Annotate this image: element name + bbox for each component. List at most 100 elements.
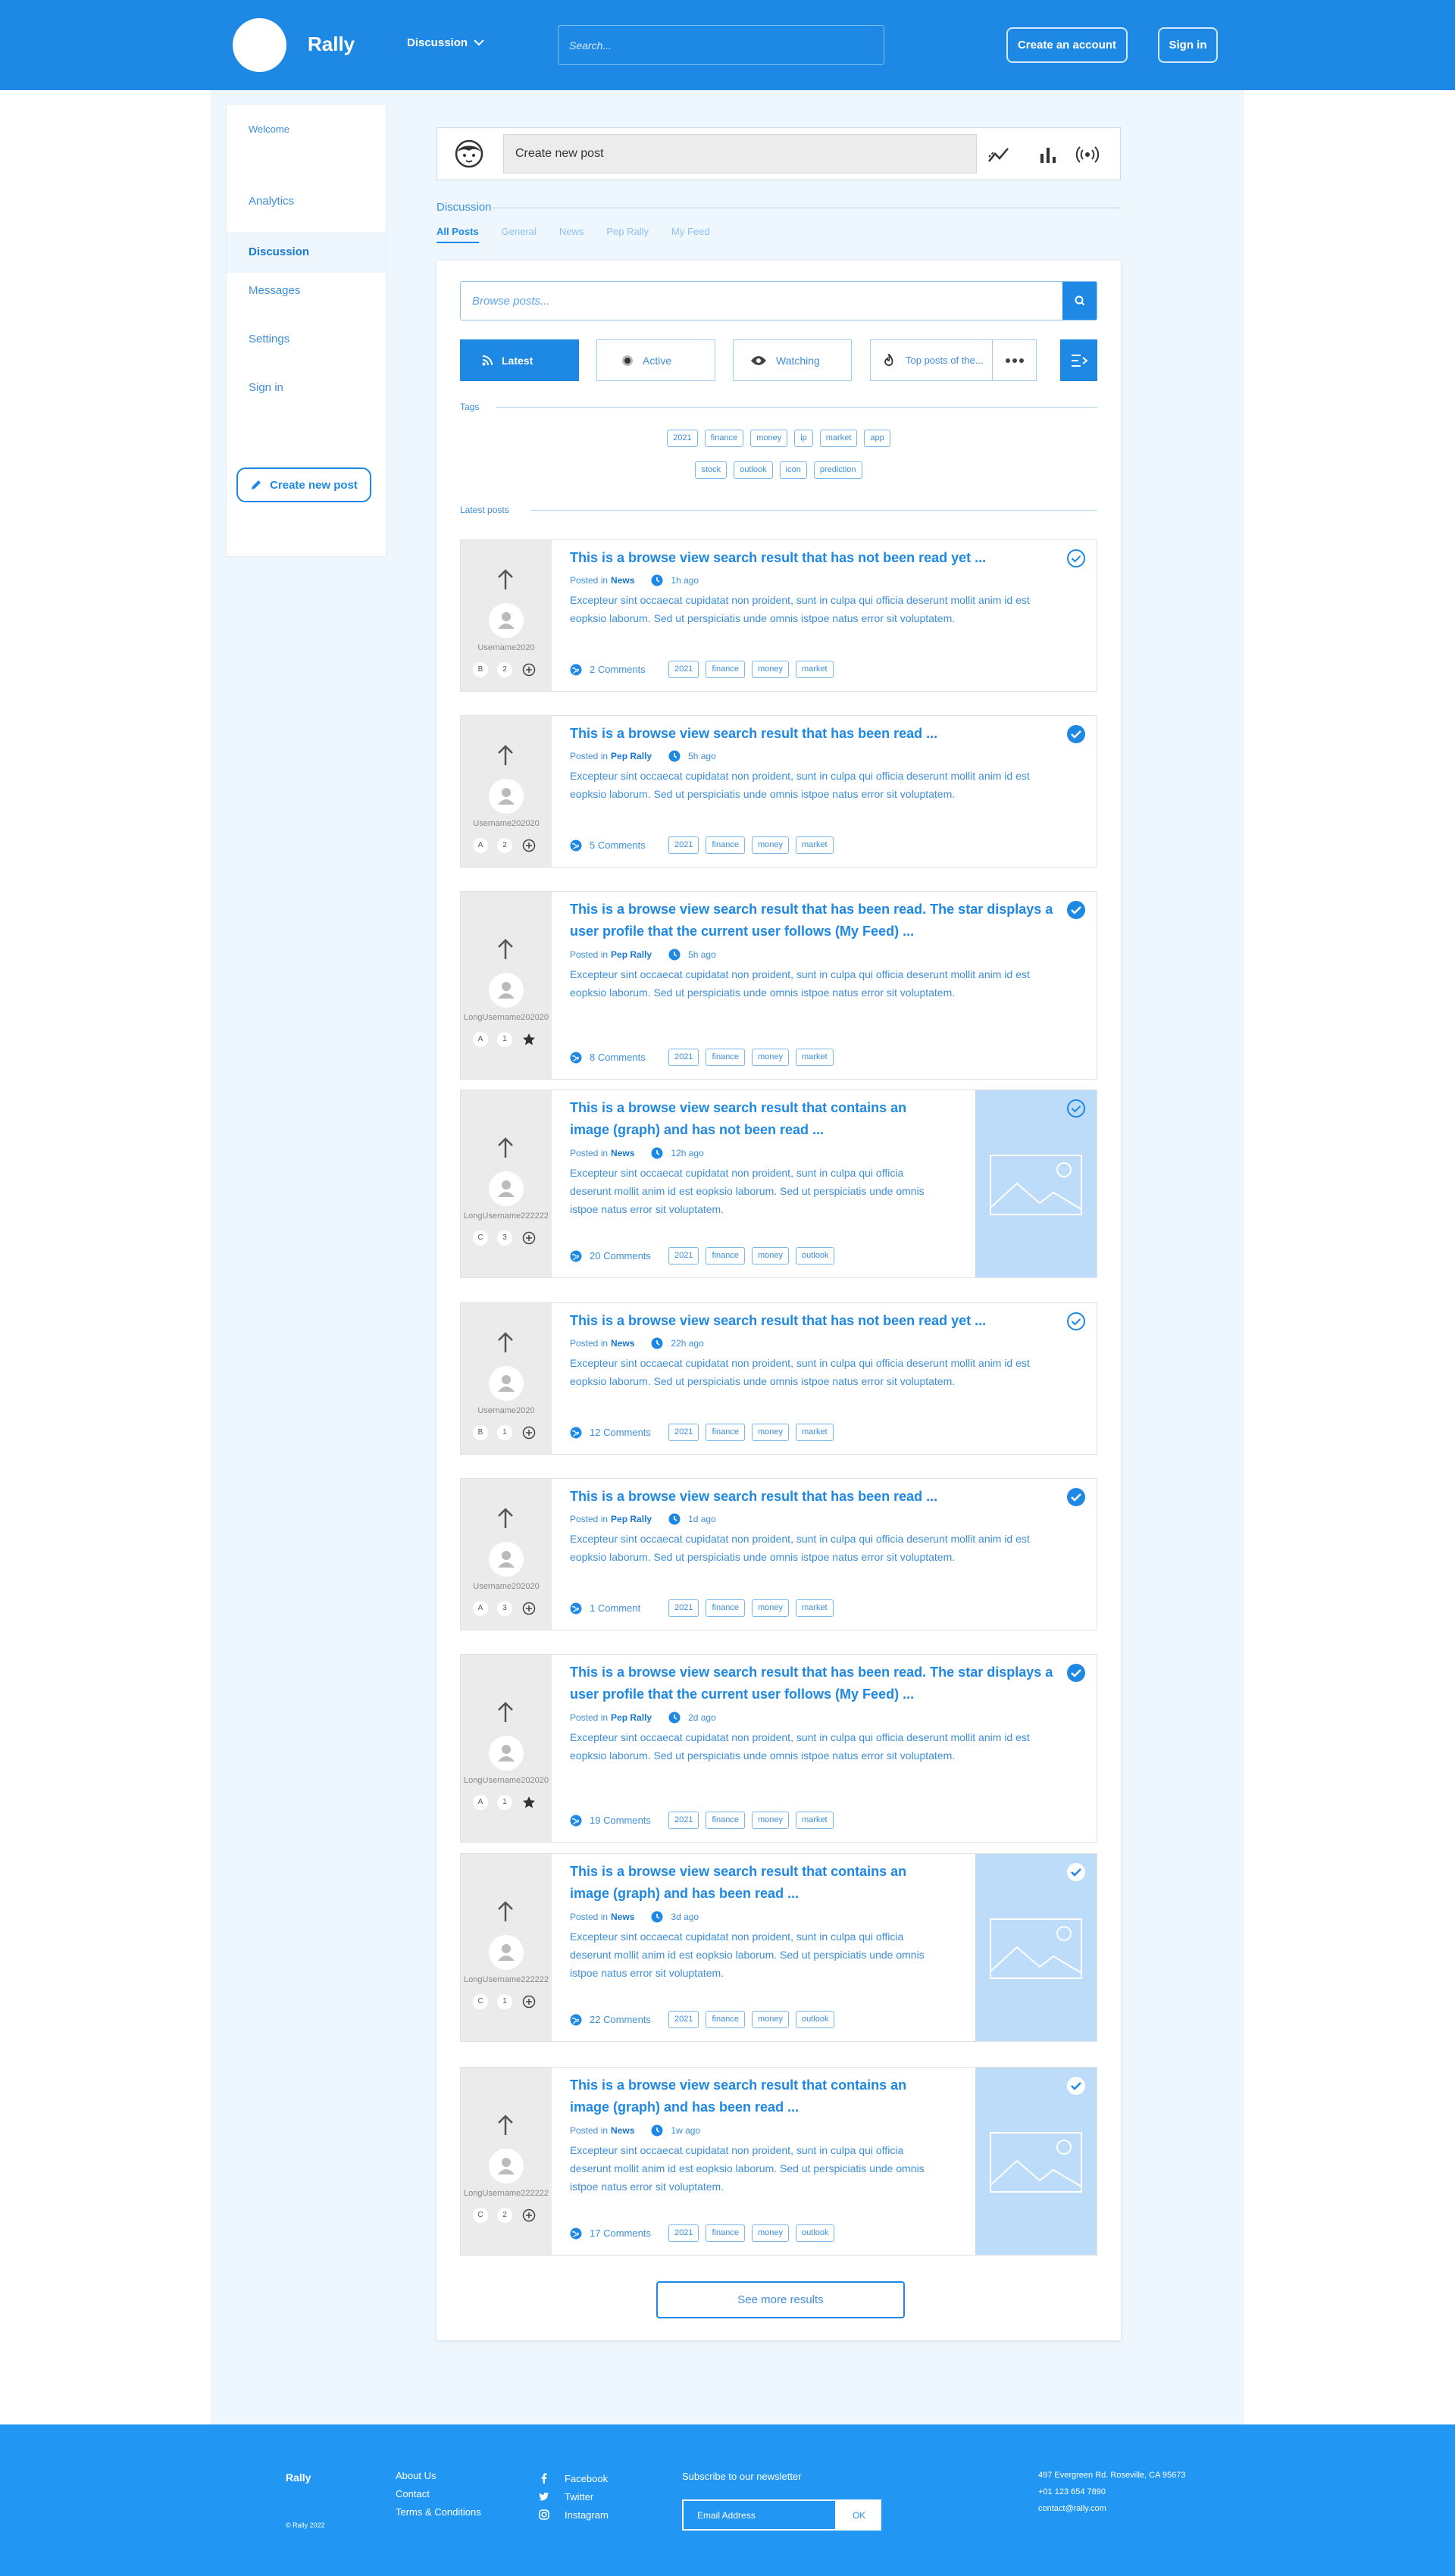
broadcast-icon[interactable] (1075, 143, 1100, 166)
post-tag[interactable]: market (796, 1599, 834, 1617)
post-tag[interactable]: money (751, 2011, 789, 2028)
post-category-link[interactable]: News (611, 575, 634, 586)
comments-count-link[interactable]: 2 Comments (590, 664, 668, 675)
filter-active-button[interactable]: Active (596, 339, 715, 381)
comments-count-link[interactable]: 12 Comments (590, 1427, 668, 1438)
tab-my-feed[interactable]: My Feed (671, 226, 710, 243)
post-tag[interactable]: 2021 (668, 836, 699, 854)
post-tag[interactable]: money (751, 1424, 789, 1441)
avatar[interactable] (489, 1171, 524, 1206)
post-author[interactable]: LongUsername202020 (461, 1776, 552, 1785)
avatar[interactable] (489, 1934, 524, 1970)
sidebar-create-post-button[interactable]: Create new post (236, 467, 371, 502)
avatar[interactable] (489, 972, 524, 1008)
more-options-icon[interactable] (1006, 358, 1024, 363)
logo[interactable] (233, 18, 286, 72)
post-tag[interactable]: 2021 (668, 1812, 699, 1829)
tag-ip[interactable]: ip (794, 430, 813, 447)
post-category-link[interactable]: Pep Rally (611, 751, 652, 761)
post-author[interactable]: Username202020 (461, 1582, 552, 1591)
follow-plus-icon[interactable] (521, 2208, 537, 2223)
unread-check-icon[interactable] (1067, 549, 1085, 567)
upvote-arrow-icon[interactable] (496, 1331, 515, 1354)
filter-latest-button[interactable]: Latest (460, 339, 579, 381)
post-card[interactable]: Username2020 B 2 This is a browse view s… (460, 539, 1097, 692)
post-category-link[interactable]: Pep Rally (611, 1712, 652, 1723)
post-tag[interactable]: money (751, 836, 789, 854)
create-post-input[interactable]: Create new post (503, 134, 977, 174)
follow-plus-icon[interactable] (521, 1230, 537, 1246)
sidebar-item-analytics[interactable]: Analytics (227, 195, 386, 211)
post-title[interactable]: This is a browse view search result that… (570, 899, 1055, 943)
tag-stock[interactable]: stock (695, 461, 728, 479)
footer-link-contact[interactable]: Contact (396, 2488, 481, 2506)
post-title[interactable]: This is a browse view search result that… (570, 1861, 934, 1905)
bar-chart-icon[interactable] (1036, 143, 1060, 166)
post-image-thumbnail[interactable] (975, 1854, 1097, 2041)
post-category-link[interactable]: News (611, 2125, 634, 2136)
post-tag[interactable]: 2021 (668, 1424, 699, 1441)
tab-general[interactable]: General (502, 226, 537, 243)
post-tag[interactable]: market (796, 1049, 834, 1066)
sidebar-item-messages[interactable]: Messages (227, 284, 386, 301)
post-category-link[interactable]: News (611, 1912, 634, 1922)
sidebar-item-discussion[interactable]: Discussion (227, 232, 386, 273)
brand-name[interactable]: Rally (308, 33, 355, 56)
comments-count-link[interactable]: 20 Comments (590, 1250, 668, 1261)
post-title[interactable]: This is a browse view search result that… (570, 2074, 934, 2118)
filter-top-posts-dropdown[interactable]: Top posts of the... (870, 339, 1037, 381)
comments-count-link[interactable]: 5 Comments (590, 839, 668, 851)
post-card[interactable]: LongUsername222222 C 2 This is a browse … (460, 2067, 1097, 2256)
create-account-button[interactable]: Create an account (1006, 27, 1128, 63)
post-category-link[interactable]: Pep Rally (611, 1514, 652, 1524)
browse-search-button[interactable] (1062, 282, 1097, 320)
footer-link-about[interactable]: About Us (396, 2470, 481, 2488)
tag-app[interactable]: app (864, 430, 890, 447)
comments-count-link[interactable]: 1 Comment (590, 1602, 668, 1614)
footer-instagram-link[interactable]: Instagram (539, 2506, 609, 2524)
upvote-arrow-icon[interactable] (496, 1507, 515, 1530)
post-tag[interactable]: money (751, 1812, 789, 1829)
star-icon[interactable] (521, 1032, 537, 1047)
post-card[interactable]: Username202020 A 2 This is a browse view… (460, 715, 1097, 868)
post-card[interactable]: Username2020 B 1 This is a browse view s… (460, 1302, 1097, 1455)
post-tag[interactable]: market (796, 1812, 834, 1829)
post-tag[interactable]: finance (706, 836, 745, 854)
post-tag[interactable]: finance (706, 1424, 745, 1441)
post-tag[interactable]: finance (706, 2224, 745, 2242)
post-tag[interactable]: finance (706, 1049, 745, 1066)
tag-money[interactable]: money (750, 430, 788, 447)
post-tag[interactable]: market (796, 1424, 834, 1441)
post-tag[interactable]: 2021 (668, 2011, 699, 2028)
avatar[interactable] (489, 1365, 524, 1401)
tag-market[interactable]: market (819, 430, 858, 447)
upvote-arrow-icon[interactable] (496, 1136, 515, 1159)
sign-in-button[interactable]: Sign in (1158, 27, 1218, 63)
post-card[interactable]: Username202020 A 3 This is a browse view… (460, 1478, 1097, 1630)
tag-icon[interactable]: icon (779, 461, 807, 479)
post-title[interactable]: This is a browse view search result that… (570, 1097, 934, 1141)
follow-plus-icon[interactable] (521, 1994, 537, 2009)
read-check-icon[interactable] (1067, 1488, 1085, 1506)
post-author[interactable]: Username2020 (461, 643, 552, 652)
avatar[interactable] (489, 1735, 524, 1771)
comments-count-link[interactable]: 17 Comments (590, 2227, 668, 2239)
post-author[interactable]: LongUsername202020 (461, 1013, 552, 1022)
upvote-arrow-icon[interactable] (496, 2114, 515, 2137)
post-tag[interactable]: 2021 (668, 1599, 699, 1617)
footer-link-terms[interactable]: Terms & Conditions (396, 2506, 481, 2524)
read-check-icon[interactable] (1067, 1664, 1085, 1682)
read-check-icon[interactable] (1067, 725, 1085, 743)
unread-check-icon[interactable] (1067, 1099, 1085, 1118)
post-image-thumbnail[interactable] (975, 1090, 1097, 1277)
post-tag[interactable]: market (796, 836, 834, 854)
avatar[interactable] (489, 602, 524, 638)
comments-count-link[interactable]: 8 Comments (590, 1052, 668, 1063)
post-title[interactable]: This is a browse view search result that… (570, 1486, 1055, 1508)
post-tag[interactable]: 2021 (668, 1247, 699, 1265)
post-title[interactable]: This is a browse view search result that… (570, 723, 1055, 745)
post-author[interactable]: Username202020 (461, 819, 552, 828)
footer-facebook-link[interactable]: Facebook (539, 2469, 609, 2487)
tag-finance[interactable]: finance (704, 430, 744, 447)
post-title[interactable]: This is a browse view search result that… (570, 547, 1055, 569)
